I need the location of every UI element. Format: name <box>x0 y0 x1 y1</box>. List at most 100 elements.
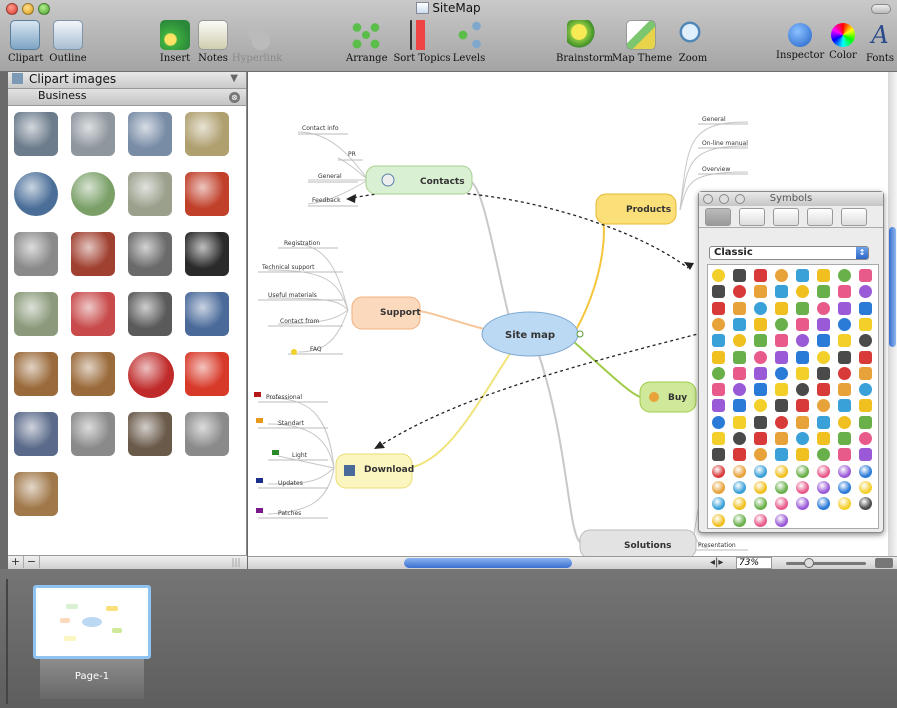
symbol-icon[interactable] <box>859 464 872 478</box>
symbol-icon[interactable] <box>796 497 809 511</box>
symbol-icon[interactable] <box>754 432 767 445</box>
symbol-icon[interactable] <box>775 464 788 478</box>
page-thumbnail[interactable] <box>33 585 151 659</box>
subtopic-label[interactable]: General <box>702 116 726 123</box>
symbol-icon[interactable] <box>733 432 746 445</box>
subtopic-label[interactable]: Technical support <box>261 264 315 271</box>
symbol-icon[interactable] <box>754 301 767 315</box>
clipart-button[interactable]: Clipart <box>8 20 43 68</box>
symbol-icon[interactable] <box>796 448 809 462</box>
symbol-icon[interactable] <box>733 366 746 380</box>
symbol-icon[interactable] <box>754 334 767 348</box>
subtopic-label[interactable]: Light <box>292 452 308 459</box>
meeting-clipart[interactable] <box>185 292 229 336</box>
subtopic-label[interactable]: Professional <box>266 394 302 401</box>
clipart-panel-header[interactable]: Clipart images ▼ <box>8 72 246 89</box>
globe-clipart[interactable] <box>14 172 58 216</box>
symbol-icon[interactable] <box>859 301 872 315</box>
symbol-icon[interactable] <box>712 480 725 494</box>
fit-button[interactable] <box>875 558 893 568</box>
symbol-icon[interactable] <box>733 334 746 348</box>
symbol-icon[interactable] <box>712 334 725 348</box>
symbol-icon[interactable] <box>838 366 851 380</box>
symbol-icon[interactable] <box>754 415 767 429</box>
symbol-icon[interactable] <box>712 464 725 478</box>
symbol-icon[interactable] <box>817 334 830 348</box>
box-up-clipart[interactable] <box>14 352 58 396</box>
symbol-icon[interactable] <box>712 366 725 380</box>
symbol-icon[interactable] <box>838 383 851 397</box>
sort-topics-button[interactable]: Sort Topics <box>392 20 452 68</box>
minimize-panel-button[interactable] <box>719 194 729 204</box>
symbol-icon[interactable] <box>775 350 788 364</box>
clipart-category-header[interactable]: Business ⊗ <box>8 89 246 106</box>
symbol-icon[interactable] <box>775 399 788 413</box>
symbol-icon[interactable] <box>817 448 830 462</box>
horizontal-scrollbar[interactable]: ◂|▸ 73% <box>248 556 897 569</box>
subtopic-label[interactable]: Overview <box>702 166 730 173</box>
symbol-icon[interactable] <box>859 383 872 397</box>
tab-images[interactable] <box>773 208 799 226</box>
symbol-icon[interactable] <box>796 334 809 348</box>
collapse-toggle[interactable] <box>576 330 584 338</box>
symbol-icon[interactable] <box>754 350 767 364</box>
symbol-icon[interactable] <box>859 366 872 380</box>
symbol-icon[interactable] <box>754 464 767 478</box>
symbol-icon[interactable] <box>775 285 788 299</box>
symbol-icon[interactable] <box>859 399 872 413</box>
symbol-icon[interactable] <box>775 383 788 397</box>
symbol-icon[interactable] <box>838 350 851 364</box>
box-down-clipart[interactable] <box>71 352 115 396</box>
color-button[interactable]: Color <box>826 20 860 68</box>
truck-clipart[interactable] <box>71 412 115 456</box>
briefcase-clipart[interactable] <box>185 232 229 276</box>
symbol-icon[interactable] <box>817 399 830 413</box>
symbol-icon[interactable] <box>712 497 725 511</box>
symbol-icon[interactable] <box>859 269 872 282</box>
symbol-icon[interactable] <box>775 448 788 462</box>
symbol-icon[interactable] <box>796 399 809 413</box>
symbol-icon[interactable] <box>838 285 851 299</box>
vertical-scroll-thumb[interactable] <box>889 227 896 347</box>
handshake-clipart[interactable] <box>128 412 172 456</box>
symbol-icon[interactable] <box>733 497 746 511</box>
symbol-icon[interactable] <box>817 269 830 282</box>
symbol-icon[interactable] <box>754 285 767 299</box>
symbol-icon[interactable] <box>712 269 725 282</box>
page-label[interactable]: Page-1 <box>40 659 144 699</box>
symbol-icon[interactable] <box>712 301 725 315</box>
symbol-icon[interactable] <box>859 480 872 494</box>
symbol-icon[interactable] <box>817 464 830 478</box>
zoom-slider-knob[interactable] <box>804 558 814 568</box>
gears-clipart[interactable] <box>185 412 229 456</box>
symbol-set-select[interactable]: Classic ↕ <box>709 246 869 260</box>
clock-percent-clipart[interactable] <box>71 172 115 216</box>
zoom-panel-button[interactable] <box>735 194 745 204</box>
skyscraper-clipart[interactable] <box>128 112 172 156</box>
symbol-icon[interactable] <box>712 317 725 331</box>
fonts-button[interactable]: A Fonts <box>864 20 896 68</box>
symbol-icon[interactable] <box>838 448 851 462</box>
symbol-icon[interactable] <box>817 415 830 429</box>
add-button[interactable]: + <box>8 556 24 568</box>
symbol-icon[interactable] <box>712 399 725 413</box>
shopping-basket-clipart[interactable] <box>14 412 58 456</box>
symbol-icon[interactable] <box>733 383 746 397</box>
symbol-icon[interactable] <box>796 285 809 299</box>
symbol-icon[interactable] <box>733 285 746 299</box>
category-close-icon[interactable]: ⊗ <box>229 92 240 103</box>
target-clipart[interactable] <box>128 352 174 398</box>
symbol-icon[interactable] <box>754 317 767 331</box>
symbol-icon[interactable] <box>775 432 788 445</box>
courier-clipart[interactable] <box>14 472 58 516</box>
toolbar-toggle-button[interactable] <box>871 4 891 14</box>
zoom-button[interactable]: Zoom <box>676 20 710 68</box>
symbol-icon[interactable] <box>712 383 725 397</box>
inspector-button[interactable]: Inspector <box>776 20 824 68</box>
symbol-icon[interactable] <box>838 480 851 494</box>
symbol-icon[interactable] <box>796 415 809 429</box>
symbol-icon[interactable] <box>733 513 746 527</box>
symbol-icon[interactable] <box>733 301 746 315</box>
symbol-icon[interactable] <box>838 317 851 331</box>
symbol-icon[interactable] <box>754 513 767 527</box>
